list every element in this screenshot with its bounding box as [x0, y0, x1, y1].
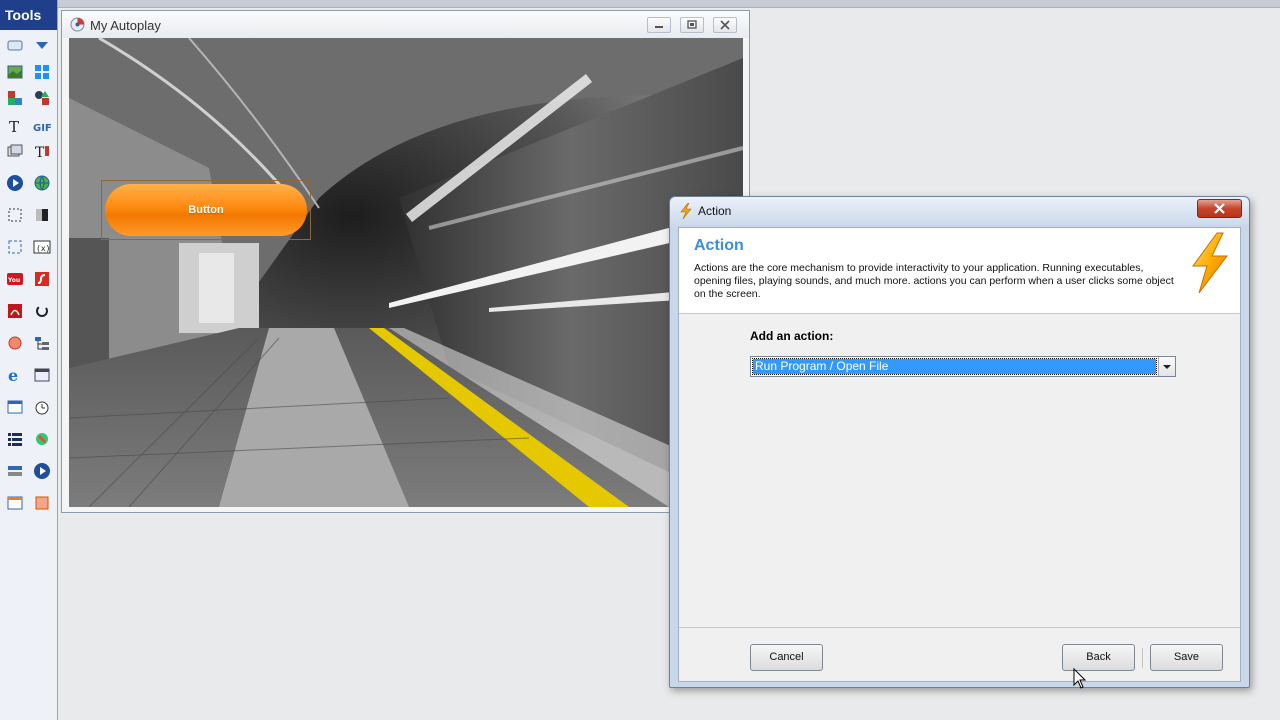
cancel-button[interactable]: Cancel	[750, 644, 823, 671]
flash-icon[interactable]	[33, 270, 51, 288]
autoplay-app-icon	[70, 17, 85, 32]
media-player-icon[interactable]	[6, 174, 24, 192]
tool-row	[0, 169, 58, 197]
workspace-top-strip	[58, 0, 1280, 8]
button-separator	[1142, 648, 1143, 668]
tools-panel-header: Tools	[0, 0, 57, 30]
back-button[interactable]: Back	[1062, 644, 1135, 671]
shapes-icon[interactable]	[33, 89, 51, 107]
action-dialog-header: Action Actions are the core mechanism to…	[679, 228, 1240, 314]
dropdown-triangle-icon[interactable]	[33, 36, 51, 54]
tool-row	[0, 329, 58, 357]
action-dialog-title: Action	[698, 204, 732, 218]
play-icon[interactable]	[33, 462, 51, 480]
svg-text:GIF: GIF	[33, 123, 51, 134]
tool-row	[0, 84, 58, 112]
svg-text:You: You	[7, 277, 20, 284]
action-dialog-body: Action Actions are the core mechanism to…	[678, 227, 1241, 682]
tool-row	[0, 425, 58, 453]
paragraph-text-icon[interactable]: T	[33, 142, 51, 160]
restore-button[interactable]	[680, 17, 704, 33]
image-icon[interactable]	[6, 63, 24, 81]
tool-row: T	[0, 137, 58, 165]
mouse-cursor-icon	[1073, 667, 1087, 690]
tool-row	[0, 31, 58, 59]
close-button[interactable]	[713, 17, 737, 33]
action-dropdown[interactable]: Run Program / Open File	[750, 356, 1176, 377]
autoplay-title: My Autoplay	[90, 18, 161, 33]
tool-row	[0, 393, 58, 421]
windows-logo-icon[interactable]	[33, 63, 51, 81]
action-dropdown-value: Run Program / Open File	[752, 358, 1157, 375]
large-lightning-bolt-icon	[1187, 232, 1233, 294]
spinner-icon[interactable]	[33, 302, 51, 320]
tool-row	[0, 58, 58, 86]
tool-row: e	[0, 361, 58, 389]
lightning-bolt-icon	[679, 202, 693, 220]
add-action-label: Add an action:	[750, 329, 834, 343]
window-icon[interactable]	[6, 398, 24, 416]
internet-explorer-icon[interactable]: e	[6, 366, 24, 384]
hotspot-icon[interactable]	[6, 238, 24, 256]
orange-button-object[interactable]: Button	[101, 180, 311, 240]
youtube-icon[interactable]: You	[6, 270, 24, 288]
selection-icon[interactable]	[6, 206, 24, 224]
action-description: Actions are the core mechanism to provid…	[694, 262, 1174, 300]
colored-shapes-icon[interactable]	[6, 89, 24, 107]
pdf-icon[interactable]	[6, 302, 24, 320]
svg-text:T: T	[35, 145, 45, 160]
tool-row	[0, 297, 58, 325]
tools-panel: Tools T GIF T (x) You e	[0, 0, 58, 720]
action-dialog: Action Action Actions are the core mecha…	[669, 196, 1250, 688]
tool-row: (x)	[0, 233, 58, 261]
square-icon[interactable]	[33, 494, 51, 512]
panel-icon[interactable]	[33, 366, 51, 384]
timer-icon[interactable]	[33, 398, 51, 416]
list-icon[interactable]	[6, 430, 24, 448]
autoplay-window: My Autoplay Button	[61, 10, 750, 513]
dialog-close-button[interactable]	[1197, 199, 1242, 218]
autoplay-titlebar[interactable]: My Autoplay	[62, 11, 749, 38]
subway-background-image: Button	[69, 38, 743, 507]
variable-icon[interactable]: (x)	[33, 238, 51, 256]
web-globe-icon[interactable]	[33, 174, 51, 192]
rectangle-icon[interactable]	[6, 36, 24, 54]
progress-icon[interactable]	[6, 462, 24, 480]
tool-row: T GIF	[0, 112, 58, 140]
svg-text:(x): (x)	[36, 244, 50, 253]
slideshow-icon[interactable]	[6, 142, 24, 160]
edit-window-icon[interactable]	[6, 494, 24, 512]
tool-row	[0, 457, 58, 485]
save-button[interactable]: Save	[1150, 644, 1223, 671]
minimize-button[interactable]	[647, 17, 671, 33]
orange-button-label: Button	[105, 184, 307, 236]
chevron-down-icon[interactable]	[1158, 357, 1175, 376]
tool-row: You	[0, 265, 58, 293]
action-heading: Action	[694, 237, 744, 254]
gif-icon[interactable]: GIF	[33, 117, 51, 135]
tree-icon[interactable]	[33, 334, 51, 352]
gradient-icon[interactable]	[33, 206, 51, 224]
svg-text:e: e	[8, 366, 18, 384]
footer-divider	[679, 627, 1240, 628]
text-icon[interactable]: T	[6, 117, 24, 135]
tool-row	[0, 489, 58, 517]
tool-row	[0, 201, 58, 229]
plugin-icon[interactable]	[33, 430, 51, 448]
action-dialog-titlebar[interactable]: Action	[670, 197, 1249, 225]
circle-icon[interactable]	[6, 334, 24, 352]
svg-text:T: T	[9, 118, 19, 135]
